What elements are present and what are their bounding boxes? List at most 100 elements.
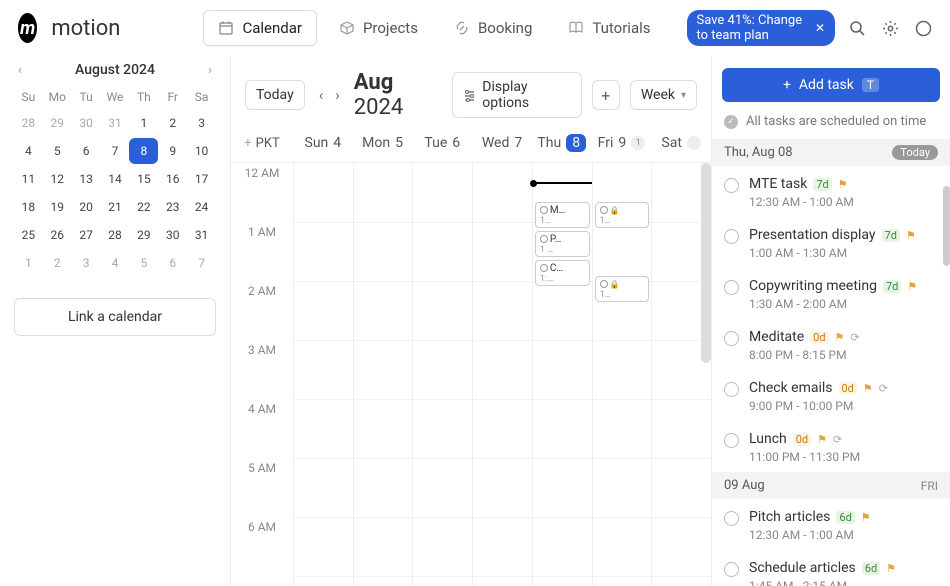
mini-cal-day[interactable]: 12 bbox=[43, 166, 72, 192]
day-header[interactable]: Mon 5 bbox=[353, 134, 413, 152]
mini-cal-day[interactable]: 16 bbox=[158, 166, 187, 192]
display-options-button[interactable]: Display options bbox=[452, 72, 581, 118]
today-button[interactable]: Today bbox=[245, 80, 305, 110]
mini-cal-day[interactable]: 1 bbox=[14, 250, 43, 276]
task-checkbox[interactable] bbox=[724, 331, 739, 346]
task-item[interactable]: Copywriting meeting 7d ⚑ 1:30 AM - 2:00 … bbox=[712, 268, 950, 319]
tab-projects[interactable]: Projects bbox=[325, 10, 432, 46]
mini-cal-day[interactable]: 22 bbox=[129, 194, 158, 220]
prev-month[interactable]: ‹ bbox=[18, 63, 22, 78]
mini-cal-day[interactable]: 30 bbox=[72, 110, 101, 136]
add-button[interactable]: + bbox=[592, 80, 620, 110]
mini-cal-day[interactable]: 3 bbox=[187, 110, 216, 136]
day-column[interactable]: 🔒1… 🔒1… bbox=[592, 163, 652, 586]
close-icon[interactable]: ✕ bbox=[815, 21, 825, 35]
prev-week[interactable]: ‹ bbox=[315, 82, 328, 108]
next-week[interactable]: › bbox=[331, 82, 344, 108]
task-item[interactable]: Check emails 0d ⚑ ⟳ 9:00 PM - 10:00 PM bbox=[712, 370, 950, 421]
mini-cal-day[interactable]: 5 bbox=[129, 250, 158, 276]
view-selector[interactable]: Week ▾ bbox=[630, 80, 697, 110]
task-item[interactable]: Lunch 0d ⚑ ⟳ 11:00 PM - 11:30 PM bbox=[712, 421, 950, 472]
promo-banner[interactable]: Save 41%: Change to team plan ✕ bbox=[687, 10, 836, 46]
mini-cal-day[interactable]: 13 bbox=[72, 166, 101, 192]
gear-icon[interactable] bbox=[882, 20, 899, 37]
link-calendar-button[interactable]: Link a calendar bbox=[14, 298, 216, 336]
next-month[interactable]: › bbox=[208, 63, 212, 78]
mini-cal-day[interactable]: 1 bbox=[129, 110, 158, 136]
mini-cal-day[interactable]: 20 bbox=[72, 194, 101, 220]
day-column[interactable] bbox=[472, 163, 532, 586]
calendar-event[interactable]: M…1… bbox=[535, 202, 590, 228]
mini-cal-day[interactable]: 29 bbox=[129, 222, 158, 248]
mini-cal-day[interactable]: 15 bbox=[129, 166, 158, 192]
mini-cal-day[interactable]: 8 bbox=[129, 138, 158, 164]
day-header[interactable]: Fri 9 1 bbox=[592, 134, 652, 152]
mini-cal-day[interactable]: 7 bbox=[187, 250, 216, 276]
calendar-event[interactable]: 🔒1… bbox=[595, 276, 650, 302]
task-checkbox[interactable] bbox=[724, 178, 739, 193]
mini-cal-day[interactable]: 4 bbox=[101, 250, 130, 276]
tab-calendar[interactable]: Calendar bbox=[203, 10, 317, 46]
task-item[interactable]: Meditate 0d ⚑ ⟳ 8:00 PM - 8:15 PM bbox=[712, 319, 950, 370]
mini-cal-day[interactable]: 6 bbox=[158, 250, 187, 276]
tab-tutorials[interactable]: Tutorials bbox=[554, 10, 664, 46]
mini-cal-day[interactable]: 5 bbox=[43, 138, 72, 164]
day-header[interactable]: Sat bbox=[651, 134, 711, 152]
task-item[interactable]: MTE task 7d ⚑ 12:30 AM - 1:00 AM bbox=[712, 166, 950, 217]
mini-cal-day[interactable]: 9 bbox=[158, 138, 187, 164]
mini-cal-day[interactable]: 10 bbox=[187, 138, 216, 164]
mini-cal-day[interactable]: 28 bbox=[101, 222, 130, 248]
mini-cal-day[interactable]: 17 bbox=[187, 166, 216, 192]
mini-cal-day[interactable]: 2 bbox=[43, 250, 72, 276]
task-item[interactable]: Schedule articles 6d ⚑ 1:45 AM - 2:15 AM bbox=[712, 550, 950, 586]
add-task-button[interactable]: + Add task T bbox=[722, 68, 940, 102]
search-icon[interactable] bbox=[849, 20, 866, 37]
mini-cal-day[interactable]: 29 bbox=[43, 110, 72, 136]
mini-cal-day[interactable]: 26 bbox=[43, 222, 72, 248]
day-column[interactable] bbox=[353, 163, 413, 586]
mini-cal-day[interactable]: 2 bbox=[158, 110, 187, 136]
task-checkbox[interactable] bbox=[724, 511, 739, 526]
mini-cal-day[interactable]: 28 bbox=[14, 110, 43, 136]
mini-cal-day[interactable]: 31 bbox=[187, 222, 216, 248]
task-checkbox[interactable] bbox=[724, 562, 739, 577]
task-checkbox[interactable] bbox=[724, 229, 739, 244]
day-header[interactable]: Wed 7 bbox=[472, 134, 532, 152]
task-checkbox[interactable] bbox=[724, 280, 739, 295]
mini-cal-day[interactable]: 7 bbox=[101, 138, 130, 164]
mini-cal-day[interactable]: 3 bbox=[72, 250, 101, 276]
mini-cal-day[interactable]: 25 bbox=[14, 222, 43, 248]
sidebar: ‹ August 2024 › SuMoTuWeThFrSa2829303112… bbox=[0, 56, 230, 586]
calendar-event[interactable]: P…1 … bbox=[535, 231, 590, 257]
mini-cal-day[interactable]: 11 bbox=[14, 166, 43, 192]
mini-cal-day[interactable]: 21 bbox=[101, 194, 130, 220]
day-header[interactable]: Thu 8 bbox=[532, 134, 592, 152]
day-header[interactable]: Sun 4 bbox=[293, 134, 353, 152]
tab-booking[interactable]: Booking bbox=[440, 10, 546, 46]
day-column[interactable] bbox=[293, 163, 353, 586]
mini-cal-day[interactable]: 19 bbox=[43, 194, 72, 220]
mini-cal-day[interactable]: 18 bbox=[14, 194, 43, 220]
task-item[interactable]: Presentation display 7d ⚑ 1:00 AM - 1:30… bbox=[712, 217, 950, 268]
task-item[interactable]: Pitch articles 6d ⚑ 12:30 AM - 1:00 AM bbox=[712, 499, 950, 550]
mini-cal-day[interactable]: 30 bbox=[158, 222, 187, 248]
help-icon[interactable] bbox=[915, 20, 932, 37]
calendar-event[interactable]: C…1:… bbox=[535, 260, 590, 286]
mini-cal-day[interactable]: 6 bbox=[72, 138, 101, 164]
day-column[interactable] bbox=[412, 163, 472, 586]
mini-cal-day[interactable]: 4 bbox=[14, 138, 43, 164]
task-checkbox[interactable] bbox=[724, 433, 739, 448]
calendar-event[interactable]: 🔒1… bbox=[595, 202, 650, 228]
mini-cal-day[interactable]: 27 bbox=[72, 222, 101, 248]
task-checkbox[interactable] bbox=[724, 382, 739, 397]
add-timezone[interactable]: + bbox=[244, 136, 251, 151]
repeat-icon: ⟳ bbox=[833, 433, 842, 446]
day-column[interactable] bbox=[651, 163, 711, 586]
mini-cal-day[interactable]: 14 bbox=[101, 166, 130, 192]
day-column[interactable]: M…1… P…1 … C…1:… bbox=[532, 163, 592, 586]
mini-cal-day[interactable]: 23 bbox=[158, 194, 187, 220]
mini-cal-day[interactable]: 31 bbox=[101, 110, 130, 136]
scrollbar[interactable] bbox=[943, 186, 950, 266]
day-header[interactable]: Tue 6 bbox=[412, 134, 472, 152]
mini-cal-day[interactable]: 24 bbox=[187, 194, 216, 220]
